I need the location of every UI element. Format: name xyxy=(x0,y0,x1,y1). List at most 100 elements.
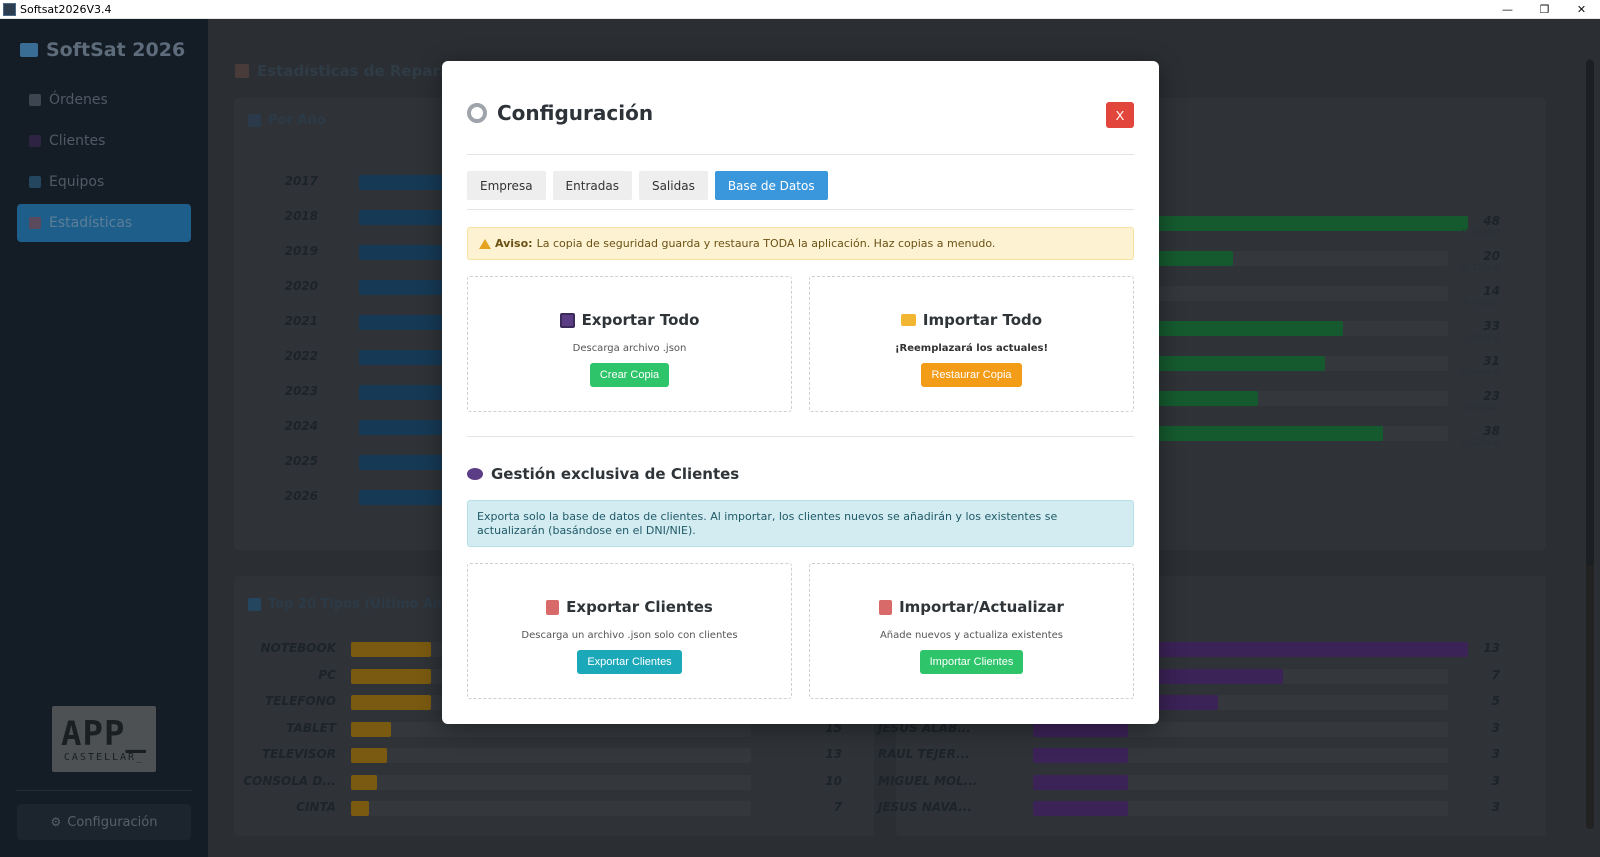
client-label: RAUL TEJER... xyxy=(878,747,970,761)
year-rate: (1.10/día) xyxy=(1461,333,1500,342)
scrollbar-thumb[interactable] xyxy=(1586,61,1594,566)
create-backup-button[interactable]: Crear Copia xyxy=(589,363,670,387)
import-clients-title-text: Importar/Actualizar xyxy=(899,598,1064,616)
year-label: 2024 xyxy=(284,419,318,433)
client-bar xyxy=(1033,774,1128,790)
type-label: NOTEBOOK xyxy=(260,641,336,655)
year-value: 14 xyxy=(1483,284,1500,298)
export-all-title: Exportar Todo xyxy=(559,311,699,329)
year-track xyxy=(1158,286,1448,301)
page-title: Estadísticas de Reparacio xyxy=(235,62,474,80)
people-icon xyxy=(467,468,483,480)
type-bar xyxy=(351,748,387,763)
brand-name: SoftSat 2026 xyxy=(46,39,186,61)
year-label: 2026 xyxy=(284,489,318,503)
minimize-button[interactable]: — xyxy=(1489,0,1526,19)
year-panel-title-text: Por Año xyxy=(268,113,326,128)
restore-button[interactable]: ❐ xyxy=(1526,0,1563,19)
people-icon xyxy=(29,135,41,147)
client-bar xyxy=(1158,642,1468,657)
gear-icon: ⚙ xyxy=(50,815,62,829)
tab-empresa[interactable]: Empresa xyxy=(467,171,546,200)
sidebar-item-estadisticas[interactable]: Estadísticas xyxy=(17,204,191,242)
type-label: TELEVISOR xyxy=(261,747,336,761)
types-panel-title: Top 20 Tipos (Último Año) xyxy=(248,597,457,612)
tab-salidas[interactable]: Salidas xyxy=(638,171,708,200)
client-bar xyxy=(1033,748,1128,763)
sidebar-item-clientes[interactable]: Clientes xyxy=(17,122,191,160)
year-rate: (0.71/día) xyxy=(1461,263,1500,272)
client-label: MIGUEL MOL... xyxy=(878,773,978,788)
year-bar-green xyxy=(1158,216,1468,231)
export-clients-title: Exportar Clientes xyxy=(546,598,713,616)
type-track xyxy=(351,801,751,816)
year-label: 2021 xyxy=(284,314,318,328)
restore-backup-button[interactable]: Restaurar Copia xyxy=(921,363,1022,387)
year-rate: (1.00/día) xyxy=(1461,368,1500,377)
client-value: 7 xyxy=(1491,667,1500,682)
wrench-icon xyxy=(29,94,41,106)
tab-bar: Empresa Entradas Salidas Base de Datos xyxy=(467,171,828,200)
year-bar xyxy=(359,280,449,295)
client-value: 13 xyxy=(1483,641,1500,655)
import-all-desc: ¡Reemplazará los actuales! xyxy=(894,343,1049,354)
type-bar xyxy=(351,642,431,657)
chart-icon xyxy=(235,64,249,78)
type-track xyxy=(351,774,751,790)
import-clients-button[interactable]: Importar Clientes xyxy=(919,650,1024,674)
year-bar-green xyxy=(1158,321,1343,336)
notice-text: La copia de seguridad guarda y restaura … xyxy=(536,237,996,250)
year-bar-green xyxy=(1158,391,1258,406)
client-value: 3 xyxy=(1491,800,1500,814)
year-rate: (1.55/día) xyxy=(1461,228,1500,237)
notice-label: Aviso: xyxy=(495,237,533,250)
year-bar xyxy=(359,210,449,225)
laptop-icon xyxy=(20,43,38,57)
year-label: 2023 xyxy=(284,384,318,398)
clients-section-title-text: Gestión exclusiva de Clientes xyxy=(491,465,740,483)
year-bar xyxy=(359,385,449,400)
logo-main-text: APP_ xyxy=(61,713,147,754)
type-bar xyxy=(351,801,369,816)
warning-icon xyxy=(479,238,491,249)
tab-entradas[interactable]: Entradas xyxy=(552,171,632,200)
year-value: 20 xyxy=(1483,249,1500,263)
year-label: 2017 xyxy=(284,174,318,188)
window-close-button[interactable]: ✕ xyxy=(1563,0,1600,19)
year-rate: (0.77/día) xyxy=(1461,403,1500,412)
import-clients-card: Importar/Actualizar Añade nuevos y actua… xyxy=(809,563,1134,699)
sidebar-item-label: Equipos xyxy=(49,174,105,190)
year-value: 38 xyxy=(1483,424,1500,438)
chart-icon xyxy=(29,217,41,229)
sidebar-item-equipos[interactable]: Equipos xyxy=(17,163,191,201)
year-bar-green xyxy=(1158,251,1233,266)
year-bar xyxy=(359,175,449,190)
config-label: Configuración xyxy=(67,814,158,830)
modal-close-button[interactable]: X xyxy=(1106,102,1134,128)
year-bar-green xyxy=(1158,426,1383,441)
year-bar xyxy=(359,490,449,505)
logo-sub-text: CASTELLAR_ xyxy=(63,751,145,763)
client-bar xyxy=(1033,801,1128,816)
type-label: PC xyxy=(318,667,336,682)
config-button[interactable]: ⚙ Configuración xyxy=(17,804,191,840)
export-clients-desc: Descarga un archivo .json solo con clien… xyxy=(521,630,738,641)
type-bar xyxy=(351,695,431,710)
scrollbar[interactable] xyxy=(1586,59,1594,829)
clients-info: Exporta solo la base de datos de cliente… xyxy=(467,500,1134,547)
client-value: 3 xyxy=(1491,720,1500,735)
type-value: 10 xyxy=(825,773,842,788)
app-icon xyxy=(3,2,16,16)
year-bar xyxy=(359,350,449,365)
year-bar-green xyxy=(1158,356,1325,371)
client-value: 5 xyxy=(1491,694,1500,708)
year-rate: (1.23/día) xyxy=(1461,438,1500,447)
gear-icon xyxy=(467,103,487,123)
year-label: 2022 xyxy=(284,349,318,363)
sidebar-item-ordenes[interactable]: Órdenes xyxy=(17,81,191,119)
tab-base-de-datos[interactable]: Base de Datos xyxy=(714,171,828,200)
floppy-disk-icon xyxy=(559,312,575,328)
folder-icon xyxy=(900,314,916,326)
export-clients-button[interactable]: Exportar Clientes xyxy=(577,650,682,674)
year-bar xyxy=(359,420,449,435)
